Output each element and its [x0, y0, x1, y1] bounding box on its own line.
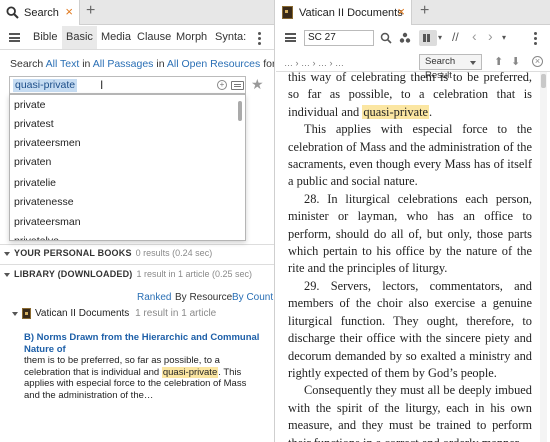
search-panel: Search × + Bible Basic Media Clause Morp… [0, 0, 275, 442]
divider [0, 244, 274, 245]
result-book-row[interactable]: Vatican II Documents 1 result in 1 artic… [12, 308, 216, 319]
scope-resources-link[interactable]: All Open Resources [167, 58, 260, 70]
personal-books-section[interactable]: YOUR PERSONAL BOOKS 0 results (0.24 sec) [4, 248, 212, 258]
sort-by-resource-link[interactable]: By Resource [175, 292, 232, 303]
suggestion-item[interactable]: privatelyo [14, 235, 59, 240]
close-search-result-icon[interactable]: × [532, 56, 543, 67]
suggestion-item[interactable]: privatest [14, 118, 54, 130]
reader-tab-bar: Vatican II Documents × + [276, 0, 550, 25]
paragraph: Consequently they must all be deeply imb… [288, 383, 532, 442]
menu-icon[interactable] [9, 33, 20, 42]
scope-passages-link[interactable]: All Passages [93, 58, 154, 70]
forward-icon[interactable]: › [488, 29, 493, 43]
tab-syntax[interactable]: Synta: [211, 26, 250, 49]
dropdown-scrollbar[interactable] [238, 101, 242, 121]
more-options-icon[interactable] [258, 32, 261, 45]
search-scope-line: Search All Text in All Passages in All O… [10, 58, 275, 70]
autocomplete-dropdown: private privatest privateersmen privaten… [9, 94, 246, 241]
suggestion-item[interactable]: privatelie [14, 177, 56, 189]
layout-toggle-button[interactable] [419, 30, 437, 46]
paragraph: This applies with especial force to the … [288, 122, 532, 189]
reader-panel: Vatican II Documents × + SC 27 ▾ // ‹ › … [276, 0, 550, 442]
tab-basic[interactable]: Basic [62, 26, 97, 49]
suggestion-item[interactable]: privateersman [14, 216, 81, 228]
library-section[interactable]: LIBRARY (DOWNLOADED) 1 result in 1 articl… [4, 269, 252, 279]
text-highlight: quasi-private [362, 104, 430, 119]
new-tab-button[interactable]: + [420, 3, 429, 19]
tab-bible[interactable]: Bible [29, 26, 61, 49]
text-cursor-icon: I [100, 78, 104, 92]
divider [0, 264, 274, 265]
previous-result-icon[interactable]: ⬆ [494, 56, 503, 68]
more-options-icon[interactable] [534, 32, 537, 45]
parallel-icon[interactable]: // [452, 31, 459, 43]
suggestion-item[interactable]: privaten [14, 156, 51, 168]
search-icon [6, 6, 19, 19]
book-icon [282, 6, 293, 19]
tab-clause[interactable]: Clause [133, 26, 175, 49]
reference-box[interactable]: SC 27 [304, 30, 374, 46]
reader-scrollbar[interactable] [540, 72, 547, 442]
new-tab-button[interactable]: + [86, 3, 95, 19]
tab-media[interactable]: Media [97, 26, 135, 49]
back-icon[interactable]: ‹ [472, 29, 477, 43]
suggestion-item[interactable]: privatenesse [14, 196, 74, 208]
paragraph: 28. In liturgical celebrations each pers… [288, 191, 532, 276]
search-result-dropdown[interactable]: Search Result [419, 54, 482, 81]
search-tab[interactable]: Search × [0, 0, 80, 25]
next-result-icon[interactable]: ⬇ [511, 56, 520, 68]
paragraph: this way of celebrating them is to be pr… [288, 70, 532, 119]
suggestion-item[interactable]: private [14, 99, 46, 111]
book-icon [22, 308, 31, 319]
search-tab-title: Search [24, 6, 59, 19]
hit-title[interactable]: B) Norms Drawn from the Hierarchic and C… [24, 332, 264, 355]
search-toolbar: Bible Basic Media Clause Morph Synta: [0, 26, 274, 50]
paragraph: 29. Servers, lectors, commentators, and … [288, 278, 532, 380]
close-tab-icon[interactable]: × [65, 5, 73, 18]
scrollbar-thumb[interactable] [541, 74, 546, 88]
layout-dropdown-icon[interactable]: ▾ [438, 32, 442, 44]
search-hit[interactable]: B) Norms Drawn from the Hierarchic and C… [24, 332, 264, 401]
hit-snippet: them is to be preferred, so far as possi… [24, 355, 247, 401]
reader-tab-title: Vatican II Documents [299, 6, 403, 19]
history-dropdown-icon[interactable]: ▾ [502, 32, 506, 44]
menu-icon[interactable] [285, 33, 296, 42]
clear-search-icon[interactable]: + [217, 80, 227, 90]
tab-morph[interactable]: Morph [172, 26, 211, 49]
keyboard-icon[interactable] [231, 81, 244, 90]
chevron-down-icon [4, 251, 10, 256]
document-text: this way of celebrating them is to be pr… [288, 69, 532, 442]
star-icon[interactable]: ★ [251, 76, 264, 93]
search-tab-bar: Search × + [0, 0, 274, 25]
chevron-down-icon [4, 272, 10, 277]
visual-filter-icon[interactable] [399, 32, 411, 44]
sort-ranked-link[interactable]: Ranked [137, 292, 171, 303]
search-query-text: quasi-private [13, 79, 78, 92]
vatican-documents-tab[interactable]: Vatican II Documents × [276, 0, 412, 25]
close-tab-icon[interactable]: × [397, 5, 405, 18]
hit-highlight: quasi-private [161, 366, 219, 378]
search-icon[interactable] [380, 32, 392, 44]
sort-by-count-link[interactable]: By Count [232, 292, 273, 303]
chevron-down-icon [12, 311, 18, 316]
search-input[interactable]: quasi-private I + [9, 76, 246, 94]
suggestion-item[interactable]: privateersmen [14, 137, 81, 149]
navigation-breadcrumb[interactable]: … › … › … › … [284, 57, 344, 69]
scope-text-link[interactable]: All Text [46, 58, 80, 70]
